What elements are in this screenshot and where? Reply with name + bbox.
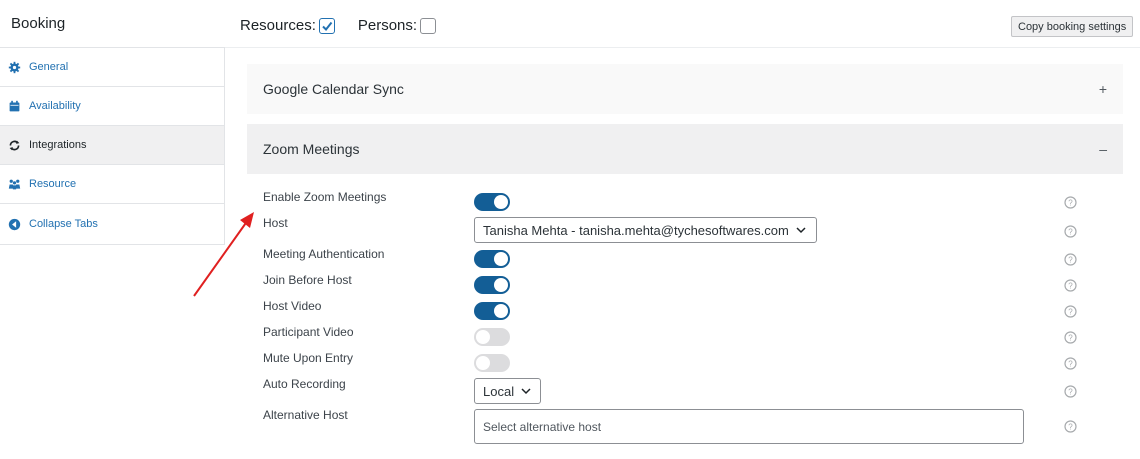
sync-icon <box>7 138 21 152</box>
resources-checkbox[interactable] <box>318 17 335 34</box>
collapse-minus-icon[interactable]: – <box>1099 141 1107 157</box>
panel-title: Zoom Meetings <box>263 141 360 157</box>
persons-option: Persons: <box>358 17 439 34</box>
calendar-icon <box>7 99 21 113</box>
host-select[interactable]: Tanisha Mehta - tanisha.mehta@tychesoftw… <box>474 217 817 243</box>
expand-plus-icon[interactable]: + <box>1099 81 1107 97</box>
sidebar-item-integrations[interactable]: Integrations <box>0 126 224 165</box>
mute-upon-entry-toggle[interactable] <box>474 354 510 372</box>
enable-zoom-label: Enable Zoom Meetings <box>263 190 387 204</box>
svg-text:?: ? <box>1068 228 1073 237</box>
join-before-host-label: Join Before Host <box>263 273 352 287</box>
persons-label: Persons: <box>357 17 418 34</box>
help-icon[interactable]: ? <box>1064 331 1077 344</box>
svg-text:?: ? <box>1068 282 1073 291</box>
page-title: Booking <box>11 15 66 32</box>
help-icon[interactable]: ? <box>1064 279 1077 292</box>
help-icon[interactable]: ? <box>1064 420 1077 433</box>
help-icon[interactable]: ? <box>1064 253 1077 266</box>
auto-recording-label: Auto Recording <box>263 377 346 391</box>
people-icon <box>7 177 21 191</box>
chevron-down-icon <box>795 224 807 236</box>
help-icon[interactable]: ? <box>1064 385 1077 398</box>
help-icon[interactable]: ? <box>1064 305 1077 318</box>
sidebar-item-availability[interactable]: Availability <box>0 87 224 126</box>
sidebar-item-resource[interactable]: Resource <box>0 165 224 204</box>
resources-option: Resources: <box>240 17 338 34</box>
help-icon[interactable]: ? <box>1064 357 1077 370</box>
header-divider <box>225 47 1140 48</box>
sidebar-item-label: Resource <box>29 178 77 190</box>
help-icon[interactable]: ? <box>1064 196 1077 209</box>
svg-text:?: ? <box>1068 256 1073 265</box>
svg-text:?: ? <box>1068 334 1073 343</box>
svg-text:?: ? <box>1068 388 1073 397</box>
help-icon[interactable]: ? <box>1064 225 1077 238</box>
alternative-host-label: Alternative Host <box>263 408 348 422</box>
host-video-toggle[interactable] <box>474 302 510 320</box>
participant-video-toggle[interactable] <box>474 328 510 346</box>
join-before-host-toggle[interactable] <box>474 276 510 294</box>
booking-settings-page: Booking Resources: Persons: Copy booking… <box>0 0 1140 459</box>
meeting-auth-toggle[interactable] <box>474 250 510 268</box>
copy-booking-settings-button[interactable]: Copy booking settings <box>1011 16 1134 37</box>
gear-icon <box>7 60 21 74</box>
checkmark-icon <box>322 21 333 31</box>
host-select-value: Tanisha Mehta - tanisha.mehta@tychesoftw… <box>483 222 789 238</box>
participant-video-label: Participant Video <box>263 325 354 339</box>
alternative-host-placeholder: Select alternative host <box>483 419 602 434</box>
mute-upon-entry-label: Mute Upon Entry <box>263 351 354 365</box>
svg-text:?: ? <box>1068 360 1073 369</box>
resources-label: Resources: <box>240 17 316 34</box>
sidebar-item-label: General <box>29 61 69 73</box>
annotation-arrow-icon <box>193 212 254 297</box>
google-calendar-sync-panel[interactable]: Google Calendar Sync + <box>247 64 1123 114</box>
chevron-down-icon <box>520 385 532 397</box>
meeting-auth-label: Meeting Authentication <box>263 247 385 261</box>
sidebar-item-label: Collapse Tabs <box>29 218 98 230</box>
zoom-meetings-panel[interactable]: Zoom Meetings – <box>247 124 1123 174</box>
host-label: Host <box>263 216 288 230</box>
panel-title: Google Calendar Sync <box>263 81 404 97</box>
host-video-label: Host Video <box>263 299 322 313</box>
sidebar-item-general[interactable]: General <box>0 48 224 87</box>
sidebar-item-label: Integrations <box>29 139 87 151</box>
enable-zoom-toggle[interactable] <box>474 193 510 211</box>
svg-text:?: ? <box>1068 423 1073 432</box>
persons-checkbox[interactable] <box>420 17 437 34</box>
auto-recording-select[interactable]: Local <box>474 378 541 404</box>
svg-text:?: ? <box>1068 308 1073 317</box>
svg-text:?: ? <box>1068 199 1073 208</box>
sidebar-item-label: Availability <box>29 100 81 112</box>
booking-type-row: Resources: Persons: <box>240 17 459 34</box>
alternative-host-input[interactable]: Select alternative host <box>474 409 1024 444</box>
auto-recording-value: Local <box>483 383 515 399</box>
collapse-arrow-icon <box>7 217 21 231</box>
